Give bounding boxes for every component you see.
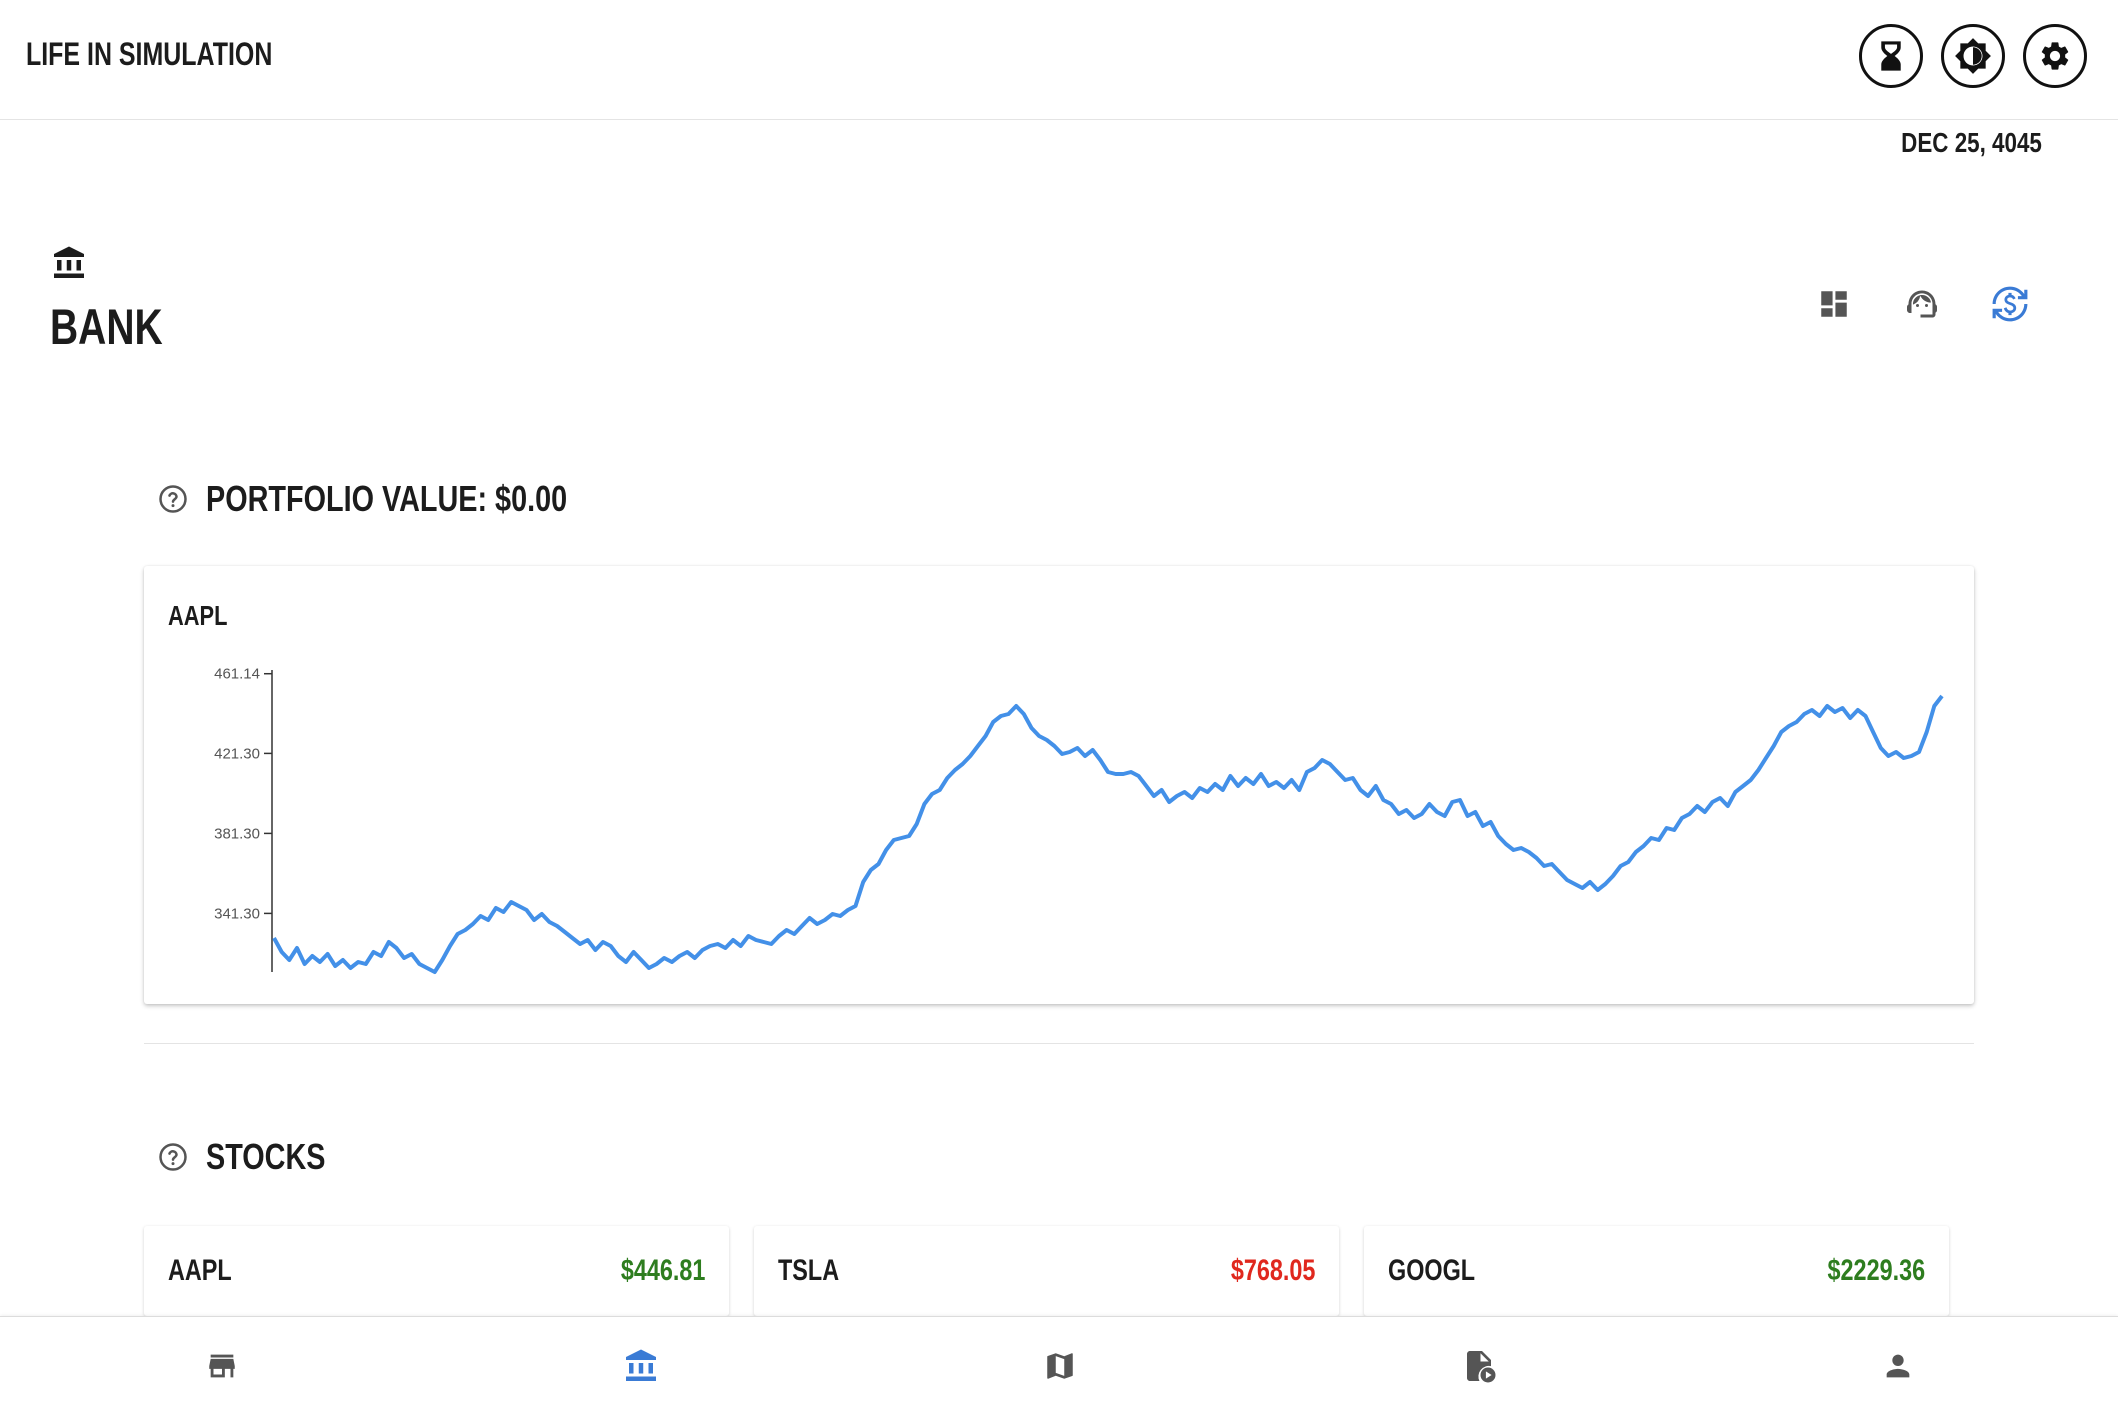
y-tick-label: 421.30 — [214, 745, 260, 762]
bottom-navigation — [0, 1316, 2118, 1415]
stock-card-tsla[interactable]: TSLA $768.05 — [754, 1226, 1339, 1316]
stock-card-googl[interactable]: GOOGL $2229.36 — [1364, 1226, 1949, 1316]
bank-icon — [50, 245, 88, 286]
app-title: LIFE IN SIMULATION — [26, 36, 273, 72]
nav-bank[interactable] — [429, 1317, 852, 1415]
series-line — [272, 694, 1944, 974]
person-icon — [1886, 1354, 1909, 1378]
currency-exchange-button[interactable] — [1990, 284, 2030, 324]
section-divider — [144, 1043, 1974, 1044]
top-app-bar: LIFE IN SIMULATION — [0, 0, 2118, 120]
media-play-icon — [1466, 1351, 1495, 1383]
stock-symbol: GOOGL — [1388, 1254, 1476, 1287]
portfolio-value-title: PORTFOLIO VALUE: $0.00 — [206, 478, 568, 519]
contrast-icon — [1955, 38, 1991, 74]
portfolio-header: PORTFOLIO VALUE: $0.00 — [158, 478, 657, 520]
stock-symbol: AAPL — [168, 1254, 232, 1287]
hourglass-icon — [1881, 41, 1901, 71]
time-button[interactable] — [1859, 24, 1923, 88]
bank-icon — [625, 1349, 656, 1381]
store-icon — [208, 1354, 235, 1378]
nav-profile[interactable] — [1686, 1317, 2109, 1415]
nav-map[interactable] — [848, 1317, 1271, 1415]
dashboard-icon — [1821, 291, 1847, 317]
map-icon — [1046, 1353, 1073, 1379]
help-icon[interactable] — [158, 1142, 188, 1172]
theme-button[interactable] — [1941, 24, 2005, 88]
dashboard-button[interactable] — [1814, 284, 1854, 324]
game-date: DEC 25, 4045 — [1901, 127, 2042, 158]
line-chart: 461.14 421.30 381.30 341.30 — [214, 666, 1944, 974]
stock-card-aapl[interactable]: AAPL $446.81 — [144, 1226, 729, 1316]
help-icon[interactable] — [158, 484, 188, 514]
stocks-header: STOCKS — [158, 1136, 355, 1178]
stock-price: $768.05 — [1230, 1254, 1315, 1287]
stock-price: $2229.36 — [1827, 1254, 1925, 1287]
support-button[interactable] — [1902, 284, 1942, 324]
y-tick-label: 341.30 — [214, 905, 260, 922]
gear-icon — [2041, 42, 2069, 70]
support-agent-icon — [1907, 290, 1937, 318]
stock-symbol: TSLA — [778, 1254, 840, 1287]
y-tick-label: 461.14 — [214, 666, 260, 683]
nav-media[interactable] — [1267, 1317, 1690, 1415]
stocks-title: STOCKS — [206, 1136, 326, 1177]
settings-button[interactable] — [2023, 24, 2087, 88]
page-title: BANK — [50, 299, 163, 355]
stock-price: $446.81 — [620, 1254, 705, 1287]
currency-exchange-icon — [1992, 286, 2028, 322]
y-tick-label: 381.30 — [214, 825, 260, 842]
stock-chart-card: AAPL 461.14 421.30 381.30 341.30 — [144, 566, 1974, 1004]
nav-store[interactable] — [10, 1317, 433, 1415]
